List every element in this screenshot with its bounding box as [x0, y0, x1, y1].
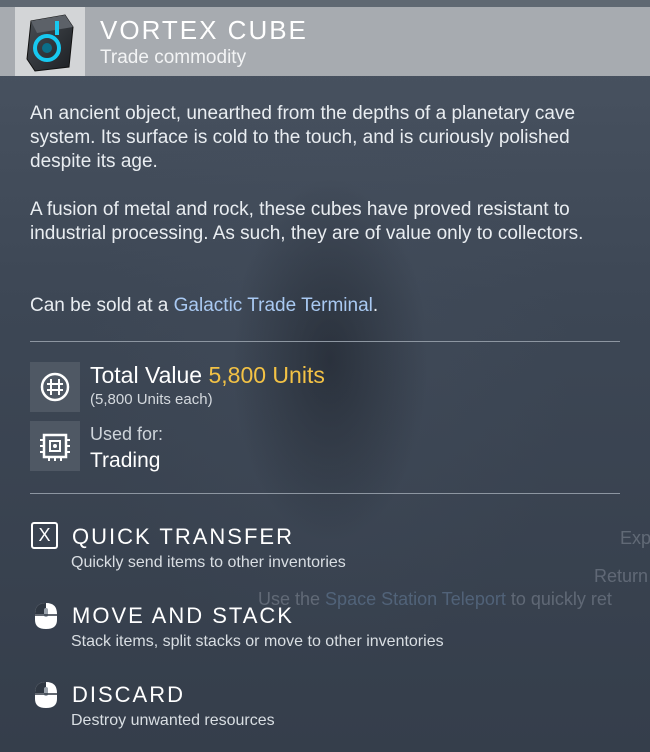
- item-header: VORTEX CUBE Trade commodity: [0, 7, 650, 76]
- divider-top: [30, 341, 620, 342]
- discard-button[interactable]: DISCARD: [72, 682, 185, 708]
- sold-at-line: Can be sold at a Galactic Trade Terminal…: [30, 294, 610, 318]
- item-title: VORTEX CUBE: [100, 15, 308, 45]
- chip-icon-box: [30, 421, 80, 471]
- mouse-left-icon: [35, 682, 57, 708]
- used-for-value: Trading: [90, 449, 161, 472]
- background-text-return: Return: [594, 566, 649, 586]
- quick-transfer-button[interactable]: QUICK TRANSFER: [72, 524, 294, 550]
- sold-at-prefix: Can be sold at a: [30, 295, 174, 316]
- discard-description: Destroy unwanted resources: [71, 712, 275, 729]
- item-icon-box: [15, 7, 85, 76]
- item-description-2: A fusion of metal and rock, these cubes …: [30, 199, 584, 244]
- background-text-teleport: Use the Space Station Teleport to quickl…: [258, 589, 612, 610]
- units-icon-box: [30, 362, 80, 412]
- quick-transfer-description: Quickly send items to other inventories: [71, 554, 346, 571]
- move-and-stack-description: Stack items, split stacks or move to oth…: [71, 633, 444, 650]
- chip-icon: [40, 433, 70, 461]
- x-key-icon: X: [31, 522, 58, 549]
- item-category: Trade commodity: [100, 47, 247, 68]
- item-description-1: An ancient object, unearthed from the de…: [30, 103, 576, 172]
- background-teleport-link: Space Station Teleport: [325, 589, 506, 609]
- move-and-stack-button[interactable]: MOVE AND STACK: [72, 603, 294, 629]
- galactic-trade-terminal-link[interactable]: Galactic Trade Terminal: [174, 295, 373, 316]
- used-for-label: Used for:: [90, 424, 164, 444]
- units-icon: [40, 372, 70, 402]
- vortex-cube-icon: [26, 14, 74, 72]
- background-text-exp: Exp: [620, 528, 650, 548]
- mouse-left-icon: [35, 603, 57, 629]
- total-value: Total Value 5,800 Units: [90, 362, 325, 389]
- background-teleport-suffix: to quickly ret: [505, 589, 612, 609]
- total-value-label: Total Value: [90, 362, 203, 388]
- total-value-amount: 5,800 Units: [208, 362, 325, 388]
- divider-bottom: [30, 493, 620, 494]
- value-each: (5,800 Units each): [90, 391, 213, 408]
- sold-at-suffix: .: [372, 295, 379, 316]
- top-strip: [0, 0, 650, 7]
